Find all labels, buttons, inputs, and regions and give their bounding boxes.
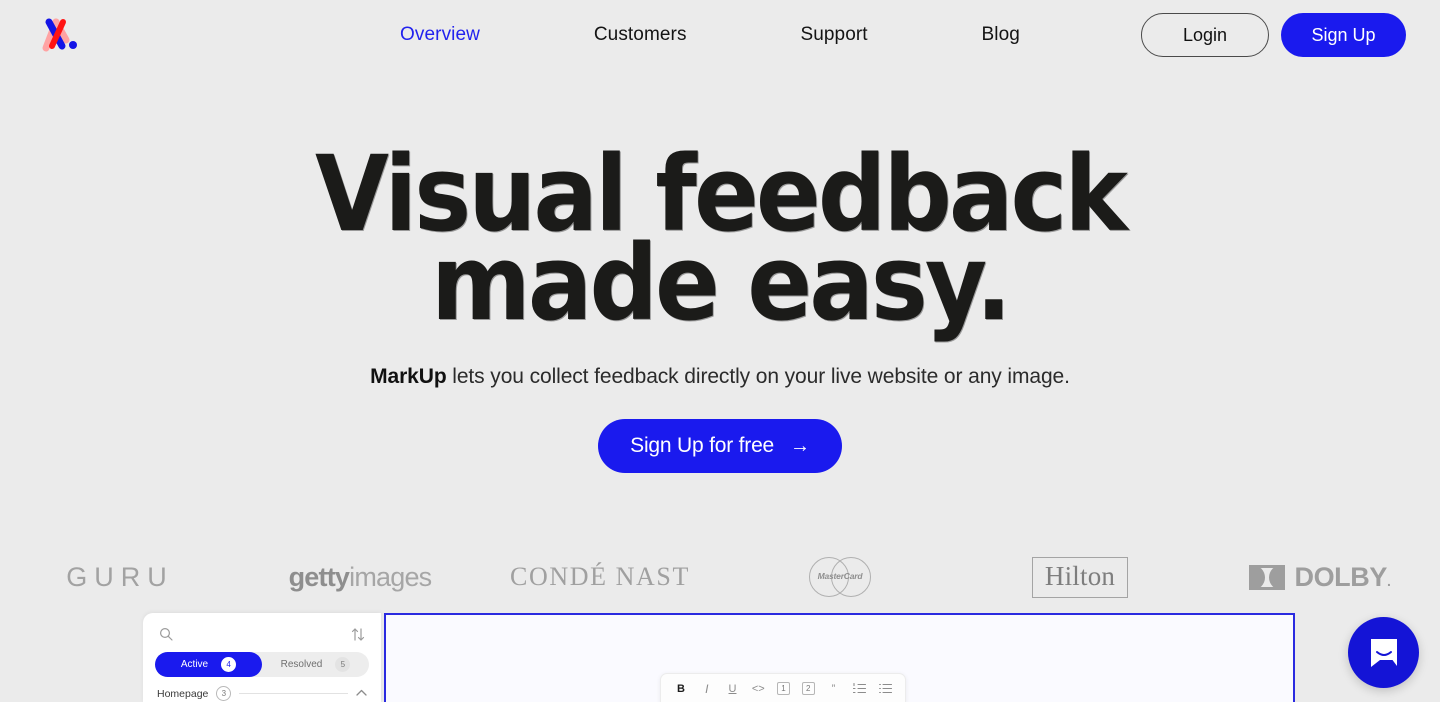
auth-buttons: Login Sign Up [1141,13,1406,57]
group-divider [239,693,348,694]
sidebar-group-homepage[interactable]: Homepage 3 [155,686,369,701]
site-header: Overview Customers Support Blog Login Si… [0,0,1440,70]
guru-logo-text: GURU [66,561,174,592]
bullet-list-icon[interactable] [878,681,892,697]
hero-cta-wrapper: Sign Up for free → [0,418,1440,473]
markup-m-logo-icon [42,18,77,52]
underline-button[interactable]: U [726,681,740,697]
mastercard-logo-icon: MasterCard [809,557,871,597]
nav-item-customers[interactable]: Customers [594,24,687,46]
rich-text-toolbar: B I U <> 1 2 ” [660,673,906,702]
tab-active[interactable]: Active 4 [155,652,262,677]
sidebar-toolbar [155,623,369,645]
headline-line-2: made easy. [431,222,1012,345]
client-logo-dolby: DOLBY. [1200,551,1440,603]
client-logo-guru: GURU [0,551,240,603]
app-preview-canvas[interactable]: B I U <> 1 2 ” [384,613,1295,702]
chevron-up-icon[interactable] [356,688,367,699]
heading1-button[interactable]: 1 [777,682,790,695]
conde-nast-logo-text: CONDÉ NAST [510,562,690,591]
quote-button[interactable]: ” [827,681,841,697]
getty-logo-light: images [349,561,432,592]
signup-button[interactable]: Sign Up [1281,13,1406,57]
client-logo-gettyimages: gettyimages [240,551,480,603]
hero-subtitle: MarkUp lets you collect feedback directl… [0,365,1440,389]
tab-resolved[interactable]: Resolved 5 [262,652,369,677]
client-logo-strip: GURU gettyimages CONDÉ NAST MasterCard H… [0,551,1440,603]
login-button[interactable]: Login [1141,13,1269,57]
hero-subtitle-brand: MarkUp [370,364,447,388]
code-button[interactable]: <> [751,681,765,697]
nav-item-blog[interactable]: Blog [982,24,1020,46]
signup-for-free-button[interactable]: Sign Up for free → [598,418,842,473]
dolby-double-d-icon [1249,564,1286,590]
tab-active-count: 4 [221,657,237,672]
hilton-logo-text: Hilton [1031,556,1129,598]
arrow-right-icon: → [790,434,810,457]
nav-item-overview[interactable]: Overview [400,24,480,46]
italic-button[interactable]: I [700,681,714,697]
group-label: Homepage [157,687,209,700]
dolby-logo-suffix: . [1387,572,1391,589]
intercom-chat-icon [1370,638,1397,667]
mastercard-logo-text: MasterCard [817,571,863,581]
bold-button[interactable]: B [674,681,688,697]
filter-tabs: Active 4 Resolved 5 [155,652,369,677]
ordered-list-icon[interactable] [852,681,866,697]
cta-label: Sign Up for free [630,433,775,457]
getty-logo-bold: getty [288,561,350,592]
client-logo-mastercard: MasterCard [720,551,960,603]
tab-resolved-label: Resolved [280,659,323,670]
client-logo-conde-nast: CONDÉ NAST [480,551,720,603]
sort-arrows-icon[interactable] [351,627,365,642]
dolby-logo-text: DOLBY [1294,561,1387,592]
page-title: Visual feedback made easy. [58,142,1383,345]
heading2-button[interactable]: 2 [801,682,815,695]
search-icon[interactable] [159,627,173,641]
main-nav: Overview Customers Support Blog [400,0,1020,70]
nav-item-support[interactable]: Support [800,24,867,46]
chat-launcher-button[interactable] [1348,617,1419,688]
group-count-badge: 3 [216,686,232,701]
markup-logo[interactable] [34,14,82,54]
hero-section: Visual feedback made easy. MarkUp lets y… [0,142,1440,473]
hero-subtitle-text: lets you collect feedback directly on yo… [446,364,1070,388]
client-logo-hilton: Hilton [960,551,1200,603]
tab-resolved-count: 5 [335,657,351,672]
app-preview-sidebar: Active 4 Resolved 5 Homepage 3 [143,613,381,702]
app-preview: Active 4 Resolved 5 Homepage 3 B I U <> [0,613,1440,702]
tab-active-label: Active [180,659,209,670]
